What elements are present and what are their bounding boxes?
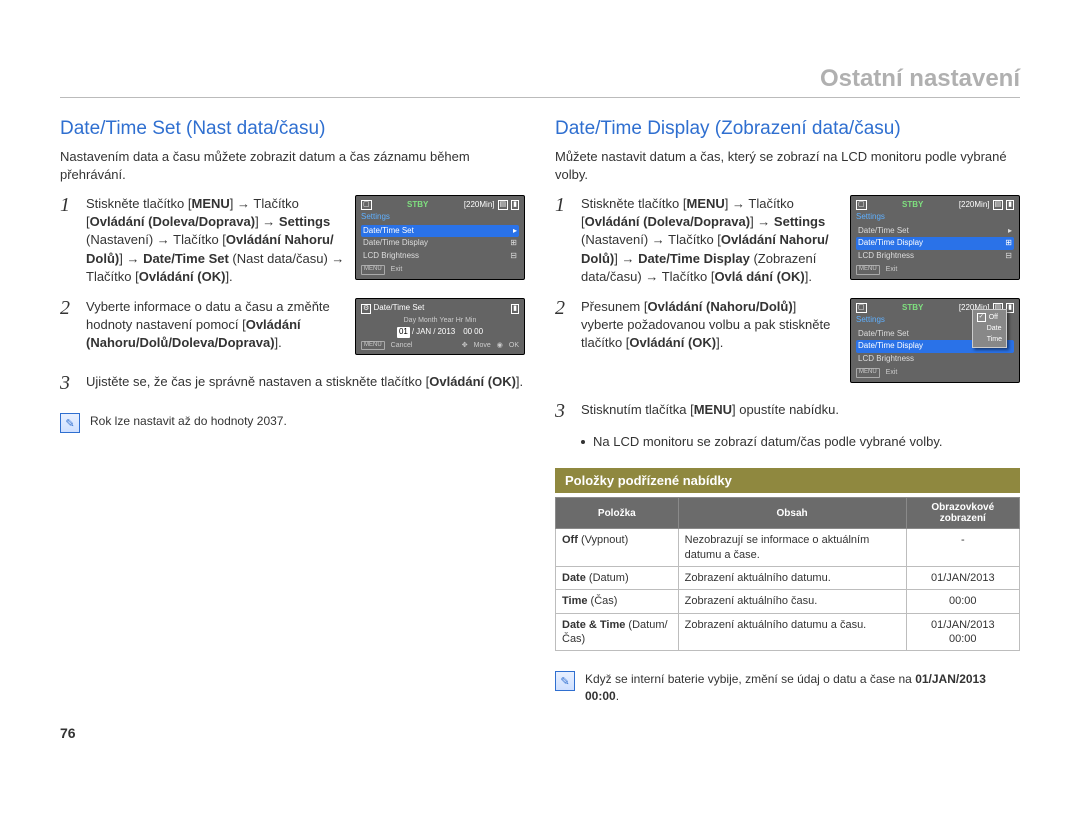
remaining-time: [220Min] (959, 200, 990, 210)
battery-icon: ▮ (1006, 303, 1014, 313)
month-value: JAN (416, 327, 431, 337)
year-value: 2013 (437, 327, 455, 337)
menu-row-selected: Date/Time Set▸ (361, 225, 519, 237)
step-text: Stiskněte tlačítko [MENU] → Tlačítko [Ov… (86, 195, 345, 286)
menu-button: MENU (856, 265, 880, 275)
sd-icon: ▤ (498, 200, 509, 210)
hour-value: 00 (463, 327, 472, 337)
menu-row: LCD Brightness⊟ (361, 250, 519, 262)
step-number: 1 (555, 195, 573, 215)
exit-label: Exit (391, 265, 403, 275)
step-number: 1 (60, 195, 78, 215)
right-intro: Můžete nastavit datum a čas, který se zo… (555, 148, 1020, 183)
remaining-time: [220Min] (464, 200, 495, 210)
step-number: 3 (555, 401, 573, 421)
settings-label: Settings (361, 212, 519, 222)
page-number: 76 (60, 725, 1020, 741)
camera-icon: ▢ (856, 303, 867, 313)
battery-icon: ▮ (511, 304, 519, 314)
left-heading: Date/Time Set (Nast data/času) (60, 118, 525, 140)
settings-label: Settings (856, 212, 1014, 222)
step-text: Stiskněte tlačítko [MENU] → Tlačítko [Ov… (581, 195, 840, 286)
exit-label: Exit (886, 368, 898, 378)
submenu-table: Položka Obsah Obrazovkové zobrazení Off … (555, 497, 1020, 651)
left-panel-2: ⚙ Date/Time Set ▮ Day Month Year Hr Min … (355, 298, 525, 361)
menu-row: Date/Time Display⊞ (361, 237, 519, 249)
minute-value: 00 (474, 327, 483, 337)
gear-icon: ⚙ (361, 304, 371, 314)
note-text: Rok lze nastavit až do hodnoty 2037. (90, 413, 287, 430)
step-text: Stisknutím tlačítka [MENU] opustíte nabí… (581, 401, 1020, 419)
sd-icon: ▤ (993, 200, 1004, 210)
move-label: Move (474, 341, 491, 351)
step-number: 2 (555, 298, 573, 318)
right-column: Date/Time Display (Zobrazení data/času) … (555, 118, 1020, 705)
panel-title: Date/Time Set (374, 303, 425, 312)
battery-icon: ▮ (1006, 200, 1014, 210)
step-text: Vyberte informace o datu a času a změňte… (86, 298, 345, 353)
step-number: 2 (60, 298, 78, 318)
menu-row: Date/Time Set▸ (856, 225, 1014, 237)
left-intro: Nastavením data a času můžete zobrazit d… (60, 148, 525, 183)
stby-label: STBY (902, 200, 923, 210)
stby-label: STBY (407, 200, 428, 210)
menu-row-selected: Date/Time Display⊞ (856, 237, 1014, 249)
menu-row: LCD Brightness (856, 353, 1014, 365)
exit-label: Exit (886, 265, 898, 275)
stby-label: STBY (902, 303, 923, 313)
th-item: Položka (556, 498, 679, 529)
menu-button: MENU (361, 265, 385, 275)
right-panel-1: ▢ STBY [220Min]▤▮ Settings Date/Time Set… (850, 195, 1020, 286)
note-icon: ✎ (555, 671, 575, 691)
step-text: Ujistěte se, že čas je správně nastaven … (86, 373, 525, 391)
options-popup: ✓Off Date Time (972, 309, 1007, 348)
step-number: 3 (60, 373, 78, 393)
right-panel-2: ▢ STBY [220Min]▤▮ Settings Date/Time Set… (850, 298, 1020, 389)
camera-icon: ▢ (856, 200, 867, 210)
left-panel-1: ▢ STBY [220Min]▤▮ Settings Date/Time Set… (355, 195, 525, 286)
right-heading: Date/Time Display (Zobrazení data/času) (555, 118, 1020, 140)
day-value: 01 (397, 327, 410, 337)
th-content: Obsah (678, 498, 906, 529)
th-display: Obrazovkové zobrazení (906, 498, 1019, 529)
subhead: Položky podřízené nabídky (555, 468, 1020, 493)
left-column: Date/Time Set (Nast data/času) Nastavení… (60, 118, 525, 705)
bullet-icon (581, 440, 585, 444)
note-text: Když se interní baterie vybije, změní se… (585, 671, 1020, 705)
menu-row: LCD Brightness⊟ (856, 250, 1014, 262)
camera-icon: ▢ (361, 200, 372, 210)
bullet-text: Na LCD monitoru se zobrazí datum/čas pod… (593, 433, 942, 451)
page-title: Ostatní nastavení (60, 65, 1020, 98)
ok-label: OK (509, 341, 519, 351)
battery-icon: ▮ (511, 200, 519, 210)
note-icon: ✎ (60, 413, 80, 433)
check-icon: ✓ (977, 313, 986, 322)
cancel-label: Cancel (391, 341, 413, 351)
step-text: Přesunem [Ovládání (Nahoru/Dolů)] vybert… (581, 298, 840, 353)
menu-button: MENU (856, 368, 880, 378)
menu-button: MENU (361, 341, 385, 351)
